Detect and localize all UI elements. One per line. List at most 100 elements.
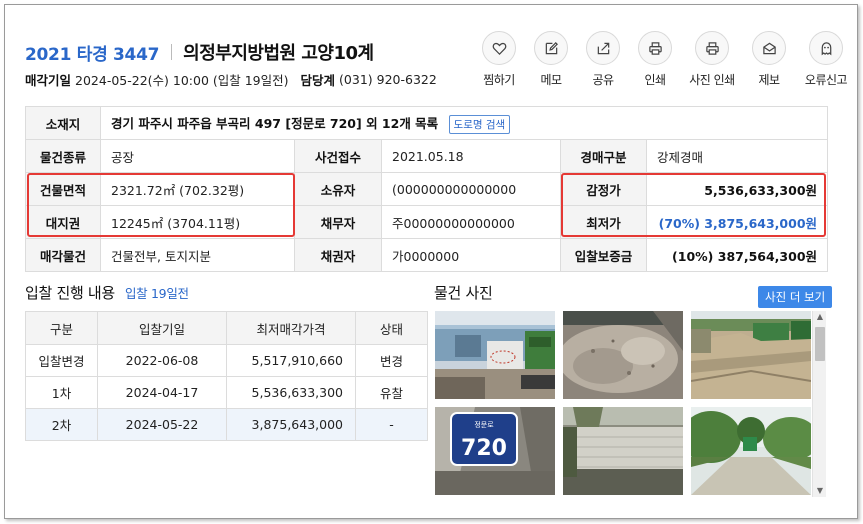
more-photos-button[interactable]: 사진 더 보기 — [758, 286, 833, 308]
court-name: 의정부지방법원 고양10계 — [183, 43, 374, 64]
scroll-down-icon[interactable]: ▼ — [813, 485, 827, 497]
contact-value: (031) 920-6322 — [339, 72, 437, 87]
title-row: 2021 타경 3447 의정부지방법원 고양10계 — [25, 39, 374, 65]
received-label: 사건접수 — [294, 139, 382, 173]
owner-value: (000000000000000 — [381, 172, 561, 206]
creditor-value: 가0000000 — [381, 238, 561, 272]
min-price-label: 최저가 — [560, 205, 647, 239]
property-photo[interactable] — [691, 407, 811, 495]
report-button[interactable]: 제보 — [743, 31, 795, 88]
property-photo[interactable] — [435, 311, 555, 399]
building-area-label: 건물면적 — [25, 172, 101, 206]
bid-date: 2024-05-22 — [97, 408, 227, 441]
bid-status: 유찰 — [355, 376, 428, 409]
deposit-label: 입찰보증금 — [560, 238, 647, 272]
table-row: 1차 2024-04-17 5,536,633,300 유찰 — [25, 376, 428, 409]
bid-status: - — [355, 408, 428, 441]
photo-image — [563, 407, 683, 495]
sale-info-row: 매각기일 2024-05-22(수) 10:00 (입찰 19일전) 담당계 (… — [25, 70, 449, 89]
sign-number-text: 720 — [461, 436, 507, 461]
share-button[interactable]: 공유 — [577, 31, 629, 88]
memo-label: 메모 — [540, 73, 562, 87]
bid-price: 5,536,633,300 — [226, 376, 356, 409]
land-value: 12245㎡ (3704.11평) — [100, 205, 295, 239]
address-label: 소재지 — [25, 106, 101, 140]
sign-street-text: 정문로 — [474, 420, 494, 429]
pencil-icon — [534, 31, 568, 65]
photo-image — [563, 311, 683, 399]
photo-scrollbar[interactable]: ▲ ▼ — [812, 311, 826, 497]
bid-round: 1차 — [25, 376, 98, 409]
auction-type-value: 강제경매 — [645, 139, 829, 173]
envelope-icon — [752, 31, 786, 65]
creditor-label: 채권자 — [294, 238, 382, 272]
address-cell: 경기 파주시 파주읍 부곡리 497 [정문로 720] 외 12개 목록 도로… — [99, 106, 829, 140]
print-button[interactable]: 인쇄 — [629, 31, 681, 88]
photo-image: 정문로 720 — [435, 407, 555, 495]
printer-icon — [695, 31, 729, 65]
photo-section-title: 물건 사진 — [434, 284, 493, 302]
action-toolbar: 찜하기 메모 공유 인쇄 사진 인쇄 제보 오류신고 — [473, 31, 857, 88]
heart-icon — [482, 31, 516, 65]
type-value: 공장 — [100, 139, 295, 173]
bid-price: 5,517,910,660 — [226, 344, 356, 377]
bid-round: 입찰변경 — [25, 344, 98, 377]
photo-print-label: 사진 인쇄 — [689, 73, 735, 87]
memo-button[interactable]: 메모 — [525, 31, 577, 88]
min-price-value: (70%) 3,875,643,000원 — [645, 205, 829, 239]
title-divider — [171, 44, 173, 60]
property-photo[interactable]: 정문로 720 — [435, 407, 555, 495]
sale-date-label: 매각기일 — [25, 73, 72, 88]
error-report-label: 오류신고 — [804, 73, 848, 87]
road-search-button[interactable]: 도로명 검색 — [448, 114, 511, 134]
debtor-label: 채무자 — [294, 205, 382, 239]
column-header: 상태 — [355, 311, 428, 345]
photo-image — [691, 311, 811, 399]
received-value: 2021.05.18 — [381, 139, 561, 173]
bid-date: 2024-04-17 — [97, 376, 227, 409]
photo-gallery: 정문로 720 — [433, 307, 827, 499]
table-row: 물건종류 공장 사건접수 2021.05.18 경매구분 강제경매 — [25, 139, 829, 173]
contact-label: 담당계 — [300, 73, 336, 88]
share-icon — [586, 31, 620, 65]
bid-history-table: 구분 입찰기일 최저매각가격 상태 입찰변경 2022-06-08 5,517,… — [25, 311, 428, 441]
printer-icon — [638, 31, 672, 65]
property-photo[interactable] — [691, 311, 811, 399]
appraisal-value: 5,536,633,300원 — [645, 172, 829, 206]
building-area-value: 2321.72㎡ (702.32평) — [100, 172, 295, 206]
bid-section-heading: 입찰 진행 내용 — [25, 284, 115, 302]
property-info-table: 소재지 경기 파주시 파주읍 부곡리 497 [정문로 720] 외 12개 목… — [25, 106, 829, 272]
photo-image — [435, 311, 555, 399]
auction-type-label: 경매구분 — [560, 139, 647, 173]
table-row: 소재지 경기 파주시 파주읍 부곡리 497 [정문로 720] 외 12개 목… — [25, 106, 829, 140]
bid-date: 2022-06-08 — [97, 344, 227, 377]
bid-section-title: 입찰 진행 내용 입찰 19일전 — [25, 282, 189, 303]
favorite-button[interactable]: 찜하기 — [473, 31, 525, 88]
table-row: 건물면적 2321.72㎡ (702.32평) 소유자 (00000000000… — [25, 172, 829, 206]
property-photo[interactable] — [563, 407, 683, 495]
bid-section-subtitle: 입찰 19일전 — [124, 286, 189, 301]
land-label: 대지권 — [25, 205, 101, 239]
sale-date-value: 2024-05-22(수) 10:00 (입찰 19일전) — [75, 73, 289, 88]
property-photo[interactable] — [563, 311, 683, 399]
address-value: 경기 파주시 파주읍 부곡리 497 [정문로 720] 외 12개 목록 — [111, 115, 439, 131]
scroll-thumb[interactable] — [815, 327, 825, 361]
table-header-row: 구분 입찰기일 최저매각가격 상태 — [25, 311, 428, 345]
bid-price: 3,875,643,000 — [226, 408, 356, 441]
column-header: 최저매각가격 — [226, 311, 356, 345]
case-number: 2021 타경 3447 — [25, 44, 160, 65]
type-label: 물건종류 — [25, 139, 101, 173]
owner-label: 소유자 — [294, 172, 382, 206]
column-header: 구분 — [25, 311, 98, 345]
table-row: 대지권 12245㎡ (3704.11평) 채무자 주0000000000000… — [25, 205, 829, 239]
photo-image — [691, 407, 811, 495]
column-header: 입찰기일 — [97, 311, 227, 345]
bid-status-link[interactable]: 변경 — [355, 344, 428, 377]
photo-print-button[interactable]: 사진 인쇄 — [681, 31, 743, 88]
bid-round: 2차 — [25, 408, 98, 441]
ghost-icon — [809, 31, 843, 65]
error-report-button[interactable]: 오류신고 — [795, 31, 857, 88]
report-label: 제보 — [758, 73, 780, 87]
favorite-label: 찜하기 — [483, 73, 515, 87]
scroll-up-icon[interactable]: ▲ — [813, 311, 827, 323]
